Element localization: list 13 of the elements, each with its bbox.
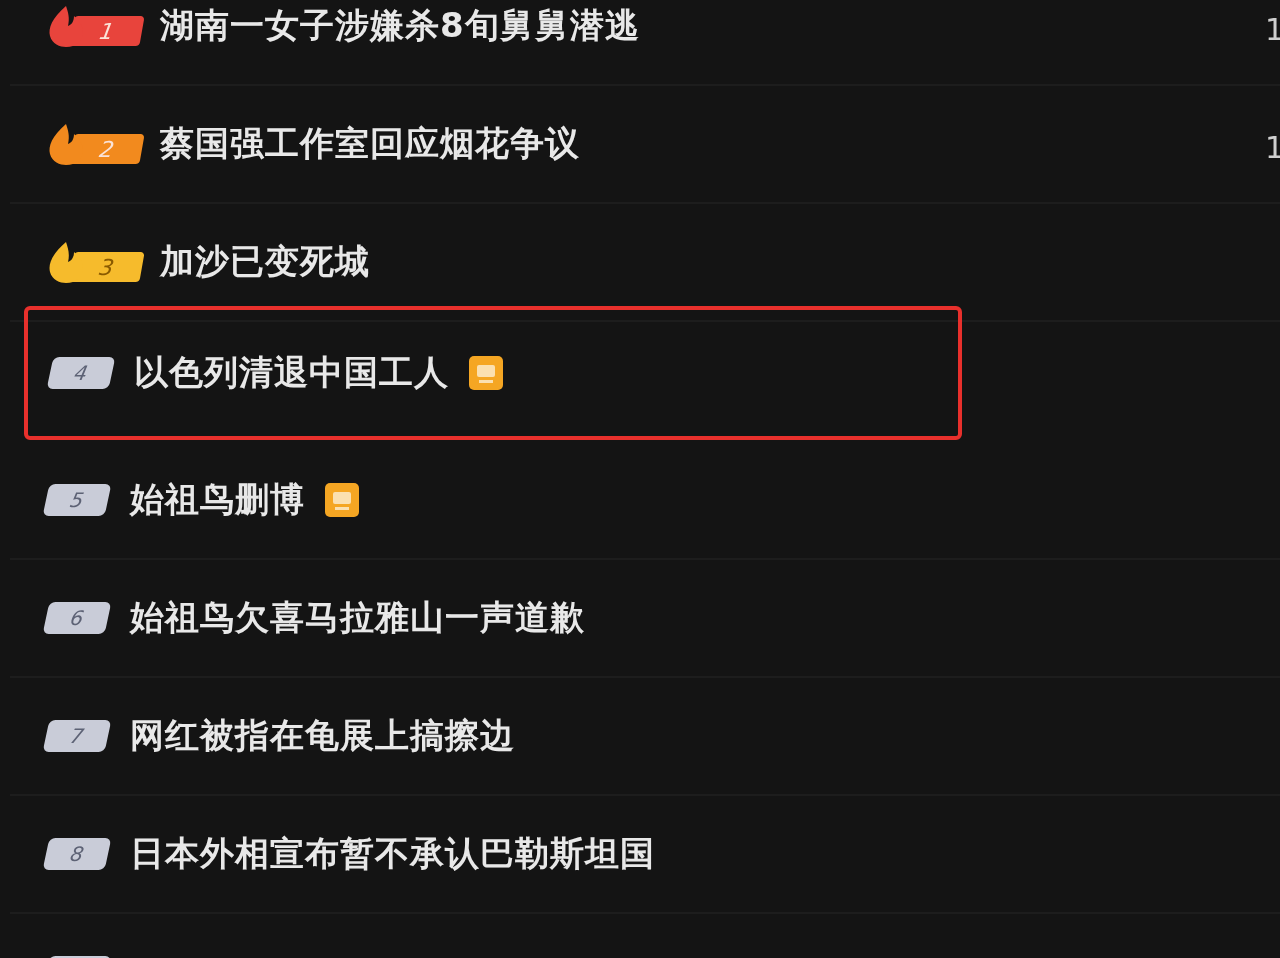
rank-badge: 6 [42, 602, 112, 634]
topic-title[interactable]: 始祖鸟欠喜马拉雅山一声道歉 [130, 595, 585, 641]
rank-badge: 7 [42, 720, 112, 752]
topic-title[interactable]: 湖南一女子涉嫌杀8旬舅舅潜逃 [160, 3, 640, 49]
topic-title[interactable]: 蔡国强工作室回应烟花争议 [160, 121, 580, 167]
rank-badge: 5 [42, 484, 112, 516]
topic-title[interactable]: 日本外相宣布暂不承认巴勒斯坦国 [130, 831, 655, 877]
topic-title[interactable]: 始祖鸟删博 [130, 477, 305, 523]
rank-badge: 8 [42, 838, 112, 870]
topic-title[interactable]: 网红被指在龟展上搞擦边 [130, 713, 515, 759]
topic-title[interactable]: 加沙已变死城 [160, 239, 370, 285]
topic-title[interactable]: 以色列清退中国工人 [134, 350, 449, 396]
rank-badge: 4 [46, 357, 116, 389]
